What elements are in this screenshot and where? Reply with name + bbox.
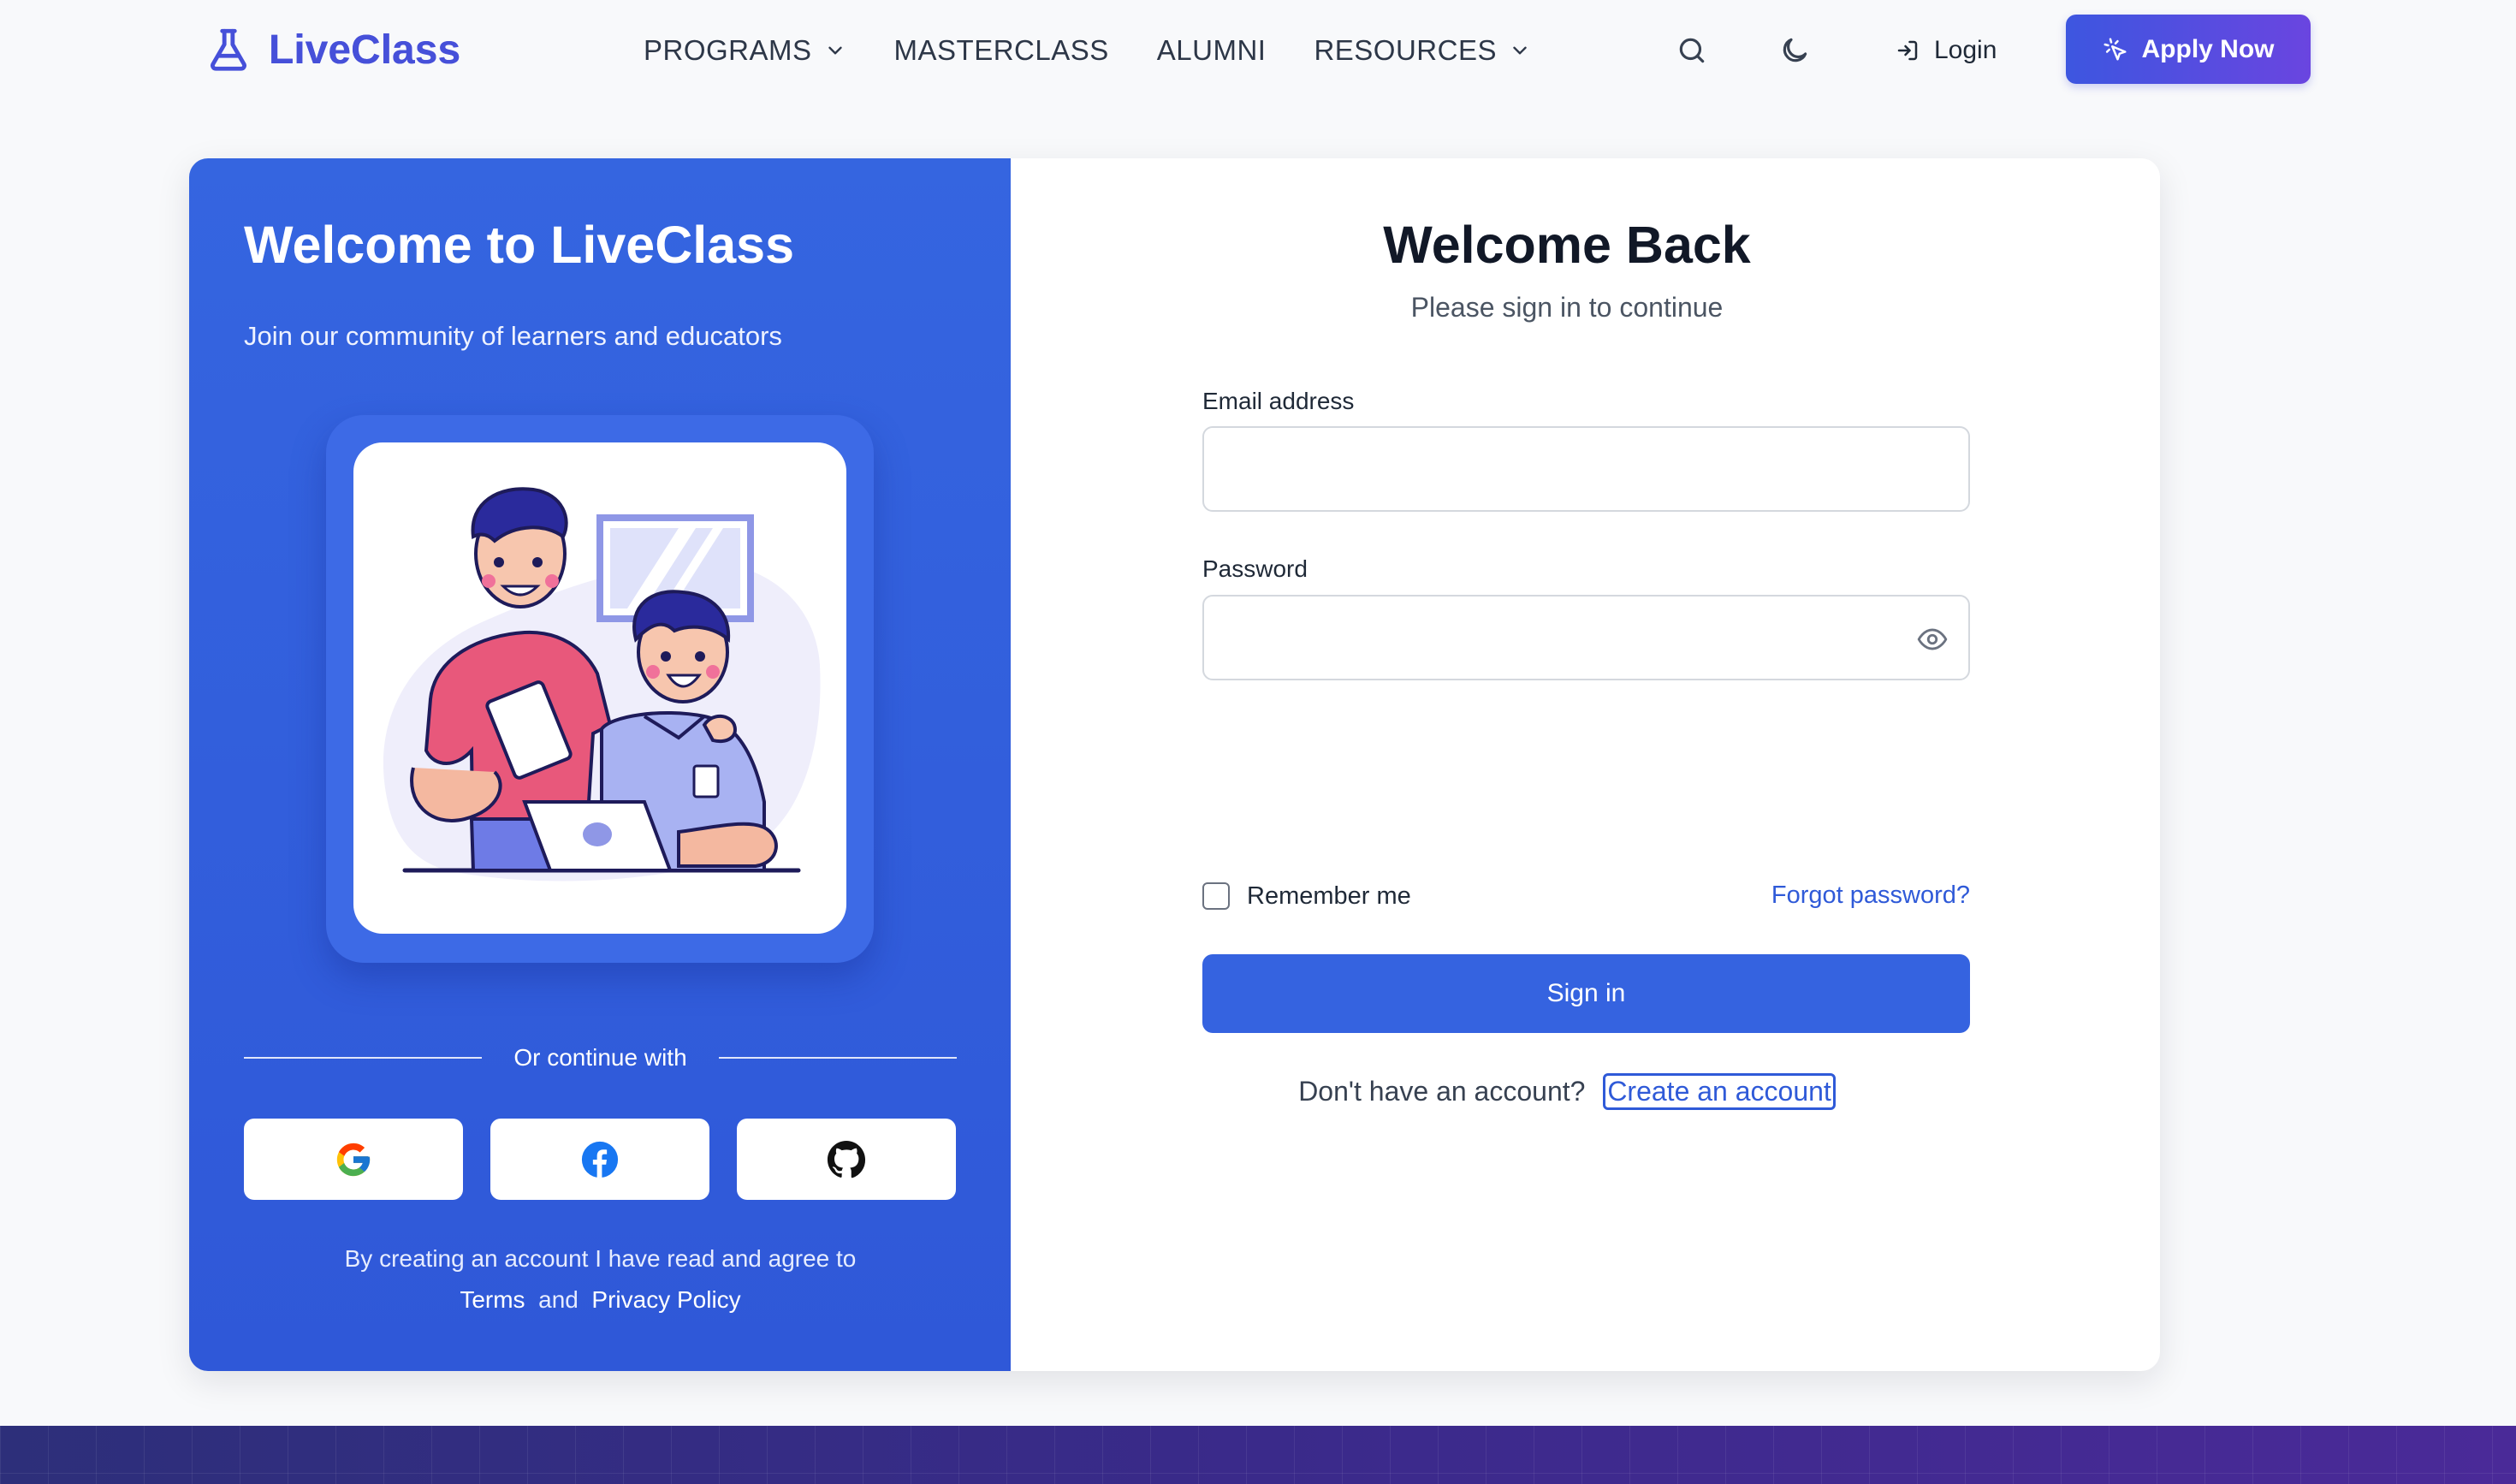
remember-me-label: Remember me <box>1247 881 1411 910</box>
login-icon <box>1897 40 1918 61</box>
divider-line-right <box>719 1057 957 1059</box>
email-field[interactable] <box>1202 426 1970 512</box>
menu-masterclass-label: MASTERCLASS <box>893 34 1109 66</box>
divider-line-left <box>244 1057 482 1059</box>
password-label: Password <box>1202 555 1308 582</box>
toggle-password-visibility[interactable] <box>1914 620 1951 658</box>
terms-links-row: Terms and Privacy Policy <box>244 1279 957 1321</box>
privacy-policy-link[interactable]: Privacy Policy <box>591 1286 740 1313</box>
menu-resources[interactable]: RESOURCES <box>1314 34 1531 67</box>
chevron-down-icon <box>1513 46 1527 55</box>
theme-toggle-button[interactable] <box>1773 29 1816 72</box>
create-account-link[interactable]: Create an account <box>1603 1073 1836 1110</box>
form-title: Welcome Back <box>1383 216 1751 274</box>
menu-alumni-label: ALUMNI <box>1156 34 1267 66</box>
login-link[interactable]: Login <box>1895 29 1997 72</box>
signin-form: Welcome Back Please sign in to continue … <box>1011 158 2160 1371</box>
facebook-icon <box>581 1141 619 1178</box>
footer-banner <box>0 1426 2516 1484</box>
top-navbar: LiveClass PROGRAMS MASTERCLASS ALUMNI RE… <box>0 0 2516 101</box>
search-button[interactable] <box>1670 29 1713 72</box>
illustration <box>353 442 846 934</box>
auth-card: Welcome to LiveClass Join our community … <box>189 158 2160 1371</box>
welcome-title: Welcome to LiveClass <box>244 216 795 274</box>
no-account-text: Don't have an account? <box>1298 1076 1586 1107</box>
github-login-button[interactable] <box>737 1119 956 1200</box>
login-label: Login <box>1934 36 1997 64</box>
welcome-panel: Welcome to LiveClass Join our community … <box>189 158 1011 1371</box>
remember-me-checkbox[interactable] <box>1202 882 1230 910</box>
remember-me: Remember me <box>1202 881 1411 911</box>
social-divider: Or continue with <box>244 1041 957 1075</box>
menu-masterclass[interactable]: MASTERCLASS <box>894 34 1109 67</box>
teacher-student-illustration <box>383 487 821 881</box>
sign-in-button[interactable]: Sign in <box>1202 954 1970 1033</box>
brand-logo[interactable]: LiveClass <box>204 24 460 75</box>
google-icon <box>336 1143 371 1176</box>
no-account-row: Don't have an account? Create an account <box>1011 1073 2123 1110</box>
menu-programs[interactable]: PROGRAMS <box>644 34 846 67</box>
main-menu: PROGRAMS MASTERCLASS ALUMNI RESOURCES <box>644 29 1531 72</box>
menu-resources-label: RESOURCES <box>1314 34 1497 66</box>
email-label: Email address <box>1202 388 1355 414</box>
search-icon <box>1679 38 1705 63</box>
apply-now-label: Apply Now <box>2141 34 2275 63</box>
apply-now-button[interactable]: Apply Now <box>2066 15 2311 84</box>
terms-link[interactable]: Terms <box>460 1286 525 1313</box>
github-icon <box>827 1140 866 1178</box>
moon-icon <box>1783 38 1807 62</box>
forgot-password-link[interactable]: Forgot password? <box>1730 881 1970 910</box>
password-field[interactable] <box>1202 595 1970 680</box>
brand-name: LiveClass <box>269 27 461 73</box>
divider-text: Or continue with <box>513 1044 687 1071</box>
facebook-login-button[interactable] <box>490 1119 709 1200</box>
terms-notice: By creating an account I have read and a… <box>244 1238 957 1321</box>
footer-grid-pattern <box>0 1426 2516 1484</box>
menu-alumni[interactable]: ALUMNI <box>1157 34 1267 67</box>
terms-text: By creating an account I have read and a… <box>344 1245 857 1272</box>
welcome-subtitle: Join our community of learners and educa… <box>244 321 782 351</box>
flask-icon <box>211 28 246 71</box>
sparkle-pointer-icon <box>2104 38 2126 60</box>
google-login-button[interactable] <box>244 1119 463 1200</box>
terms-and: and <box>538 1286 579 1313</box>
menu-programs-label: PROGRAMS <box>644 34 812 66</box>
chevron-down-icon <box>828 46 842 55</box>
form-subtitle: Please sign in to continue <box>1410 292 1724 323</box>
illustration-frame <box>326 415 874 963</box>
eye-icon <box>1917 628 1948 650</box>
